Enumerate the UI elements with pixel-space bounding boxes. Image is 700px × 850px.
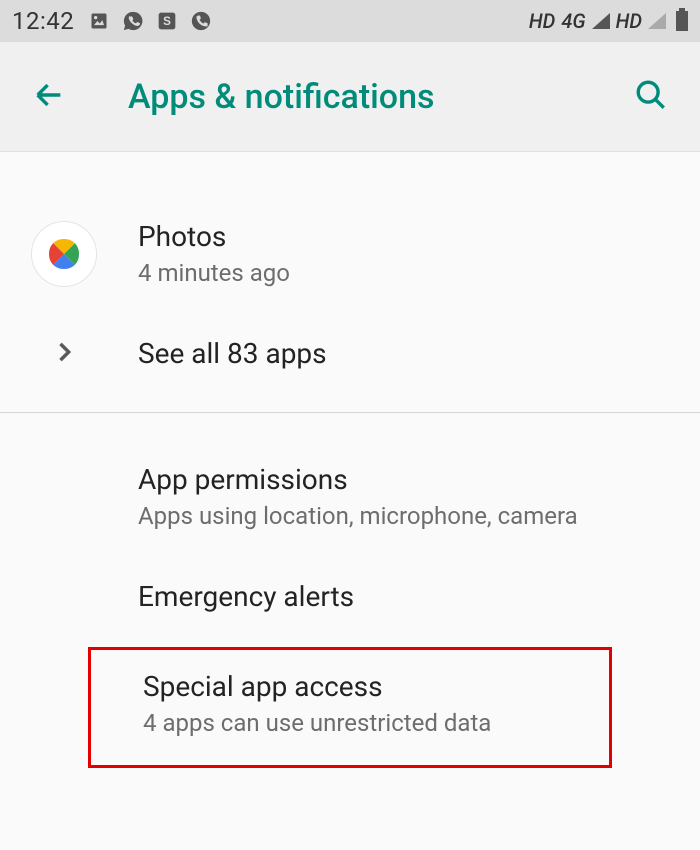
status-right: HD 4G HD xyxy=(529,9,688,33)
svg-text:S: S xyxy=(163,15,171,28)
emergency-alerts-label: Emergency alerts xyxy=(138,570,680,623)
app-permissions-label: App permissions xyxy=(138,463,680,496)
page-title: Apps & notifications xyxy=(128,77,634,117)
signal-icon-1 xyxy=(592,13,610,29)
network-4g: 4G xyxy=(561,9,585,33)
special-access-label: Special app access xyxy=(143,670,581,703)
special-app-access-item[interactable]: Special app access 4 apps can use unrest… xyxy=(88,647,612,768)
whatsapp-icon xyxy=(122,10,144,32)
search-icon[interactable] xyxy=(634,78,668,116)
photo-notification-icon xyxy=(88,10,110,32)
status-bar: 12:42 S HD 4G HD xyxy=(0,0,700,42)
status-time: 12:42 xyxy=(12,7,74,35)
photos-label: Photos xyxy=(138,220,680,253)
see-all-apps[interactable]: See all 83 apps xyxy=(0,307,700,400)
special-access-subtitle: 4 apps can use unrestricted data xyxy=(143,709,581,737)
emergency-alerts-item[interactable]: Emergency alerts xyxy=(0,550,700,643)
app-item-photos[interactable]: Photos 4 minutes ago xyxy=(0,200,700,307)
photos-subtitle: 4 minutes ago xyxy=(138,259,680,287)
app-s-icon: S xyxy=(156,10,178,32)
app-bar: Apps & notifications xyxy=(0,42,700,152)
phone-icon xyxy=(190,10,212,32)
battery-icon xyxy=(676,11,688,31)
see-all-label: See all 83 apps xyxy=(138,327,680,380)
signal-icon-2 xyxy=(648,13,666,29)
photos-app-icon xyxy=(31,221,97,287)
hd-indicator-1: HD xyxy=(529,9,555,33)
app-permissions-subtitle: Apps using location, microphone, camera xyxy=(138,502,680,530)
app-permissions-item[interactable]: App permissions Apps using location, mic… xyxy=(0,443,700,550)
chevron-right-icon xyxy=(50,338,78,370)
divider xyxy=(0,412,700,413)
back-icon[interactable] xyxy=(32,78,66,116)
hd-indicator-2: HD xyxy=(616,9,642,33)
